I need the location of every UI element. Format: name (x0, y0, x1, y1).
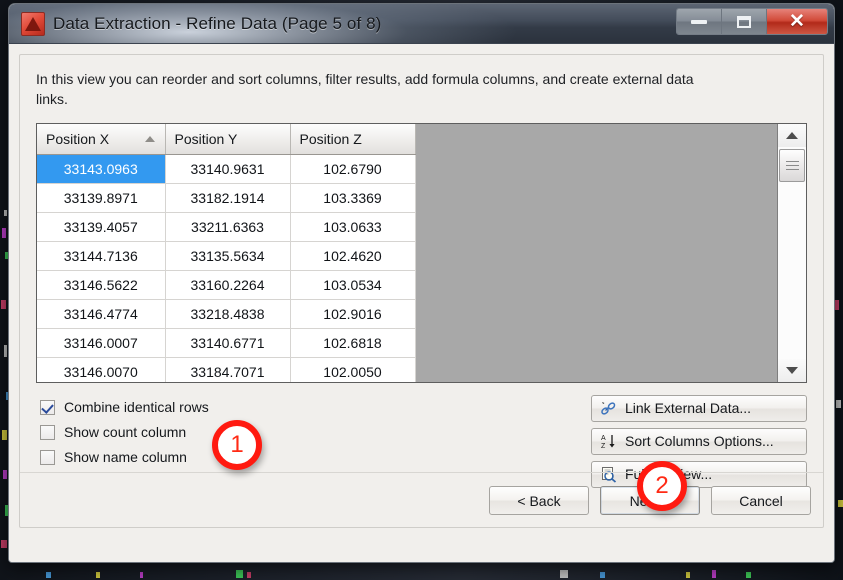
grid-vertical-scrollbar[interactable] (777, 124, 806, 382)
column-header-label: Position X (46, 131, 109, 147)
cell-position-x[interactable]: 33144.7136 (37, 242, 165, 271)
table-row[interactable]: 33146.0070 33184.7071 102.0050 (37, 358, 415, 383)
cell-position-y[interactable]: 33135.5634 (165, 242, 290, 271)
window-title: Data Extraction - Refine Data (Page 5 of… (53, 14, 381, 34)
side-button-label: Sort Columns Options... (625, 433, 774, 449)
cell-position-z[interactable]: 102.6818 (290, 329, 415, 358)
cell-position-y[interactable]: 33140.6771 (165, 329, 290, 358)
checkbox-label: Combine identical rows (64, 399, 209, 415)
scroll-thumb-grip-icon[interactable] (779, 149, 805, 182)
table-row[interactable]: 33146.0007 33140.6771 102.6818 (37, 329, 415, 358)
cell-position-z[interactable]: 102.6790 (290, 155, 415, 184)
column-header-position-z[interactable]: Position Z (290, 124, 415, 155)
back-button[interactable]: < Back (489, 486, 589, 515)
annotation-marker-2: 2 (637, 461, 687, 511)
svg-text:A: A (601, 435, 606, 442)
table-row[interactable]: 33139.4057 33211.6363 103.0633 (37, 213, 415, 242)
cell-position-y[interactable]: 33182.1914 (165, 184, 290, 213)
options-row: Combine identical rows Show count column… (36, 395, 807, 488)
maximize-icon (737, 16, 751, 28)
maximize-button[interactable] (722, 9, 767, 34)
checkbox-label: Show name column (64, 449, 187, 465)
checkbox-icon[interactable] (40, 450, 55, 465)
window-controls: ✕ (676, 8, 828, 35)
table-row[interactable]: 33146.5622 33160.2264 103.0534 (37, 271, 415, 300)
document-preview-icon (600, 466, 619, 483)
checkbox-icon[interactable] (40, 400, 55, 415)
close-icon: ✕ (789, 12, 805, 31)
cell-position-x[interactable]: 33143.0963 (37, 155, 165, 184)
minimize-button[interactable] (677, 9, 722, 34)
cell-position-x[interactable]: 33146.5622 (37, 271, 165, 300)
checkbox-icon[interactable] (40, 425, 55, 440)
cell-position-y[interactable]: 33218.4838 (165, 300, 290, 329)
autocad-logo-icon (21, 12, 45, 36)
annotation-marker-1: 1 (212, 420, 262, 470)
cell-position-z[interactable]: 103.0633 (290, 213, 415, 242)
scroll-down-arrow-icon[interactable] (778, 359, 806, 382)
close-button[interactable]: ✕ (767, 9, 827, 34)
cell-position-y[interactable]: 33211.6363 (165, 213, 290, 242)
sort-ascending-icon (145, 136, 155, 142)
table-row[interactable]: 33146.4774 33218.4838 102.9016 (37, 300, 415, 329)
column-header-label: Position Z (300, 131, 362, 147)
sort-az-icon: A Z (600, 433, 619, 450)
cell-position-x[interactable]: 33139.4057 (37, 213, 165, 242)
chain-link-icon (600, 400, 619, 417)
cell-position-y[interactable]: 33140.9631 (165, 155, 290, 184)
minimize-icon (691, 20, 707, 24)
data-extraction-dialog: Data Extraction - Refine Data (Page 5 of… (8, 3, 835, 563)
checkbox-combine-identical-rows[interactable]: Combine identical rows (40, 395, 209, 420)
svg-text:Z: Z (601, 443, 606, 450)
sort-columns-options-button[interactable]: A Z Sort Columns Options... (591, 428, 807, 455)
footer-separator (20, 472, 823, 473)
table-row[interactable]: 33143.0963 33140.9631 102.6790 (37, 155, 415, 184)
data-grid: Position X Position Y Position Z (36, 123, 807, 383)
cell-position-z[interactable]: 102.4620 (290, 242, 415, 271)
content-panel: In this view you can reorder and sort co… (19, 54, 824, 528)
cell-position-x[interactable]: 33146.0070 (37, 358, 165, 383)
checkbox-group: Combine identical rows Show count column… (36, 395, 209, 488)
description-text: In this view you can reorder and sort co… (36, 69, 696, 110)
column-header-position-x[interactable]: Position X (37, 124, 165, 155)
column-header-label: Position Y (175, 131, 238, 147)
full-preview-button[interactable]: Full Preview... (591, 461, 807, 488)
side-button-group: Link External Data... A Z Sort Columns O… (591, 395, 807, 488)
link-external-data-button[interactable]: Link External Data... (591, 395, 807, 422)
checkbox-label: Show count column (64, 424, 186, 440)
cell-position-x[interactable]: 33146.0007 (37, 329, 165, 358)
scroll-up-arrow-icon[interactable] (778, 124, 806, 147)
checkbox-show-name-column[interactable]: Show name column (40, 445, 209, 470)
cell-position-y[interactable]: 33160.2264 (165, 271, 290, 300)
cancel-button[interactable]: Cancel (711, 486, 811, 515)
cell-position-z[interactable]: 102.9016 (290, 300, 415, 329)
column-header-position-y[interactable]: Position Y (165, 124, 290, 155)
checkbox-show-count-column[interactable]: Show count column (40, 420, 209, 445)
dialog-body: In this view you can reorder and sort co… (9, 44, 834, 562)
cell-position-x[interactable]: 33146.4774 (37, 300, 165, 329)
cell-position-x[interactable]: 33139.8971 (37, 184, 165, 213)
scrollbar-track[interactable] (778, 147, 806, 359)
data-grid-table: Position X Position Y Position Z (37, 124, 416, 383)
cell-position-z[interactable]: 103.0534 (290, 271, 415, 300)
table-row[interactable]: 33139.8971 33182.1914 103.3369 (37, 184, 415, 213)
cell-position-y[interactable]: 33184.7071 (165, 358, 290, 383)
side-button-label: Link External Data... (625, 400, 751, 416)
cell-position-z[interactable]: 103.3369 (290, 184, 415, 213)
title-bar[interactable]: Data Extraction - Refine Data (Page 5 of… (9, 4, 834, 44)
cell-position-z[interactable]: 102.0050 (290, 358, 415, 383)
table-header-row: Position X Position Y Position Z (37, 124, 415, 155)
table-row[interactable]: 33144.7136 33135.5634 102.4620 (37, 242, 415, 271)
